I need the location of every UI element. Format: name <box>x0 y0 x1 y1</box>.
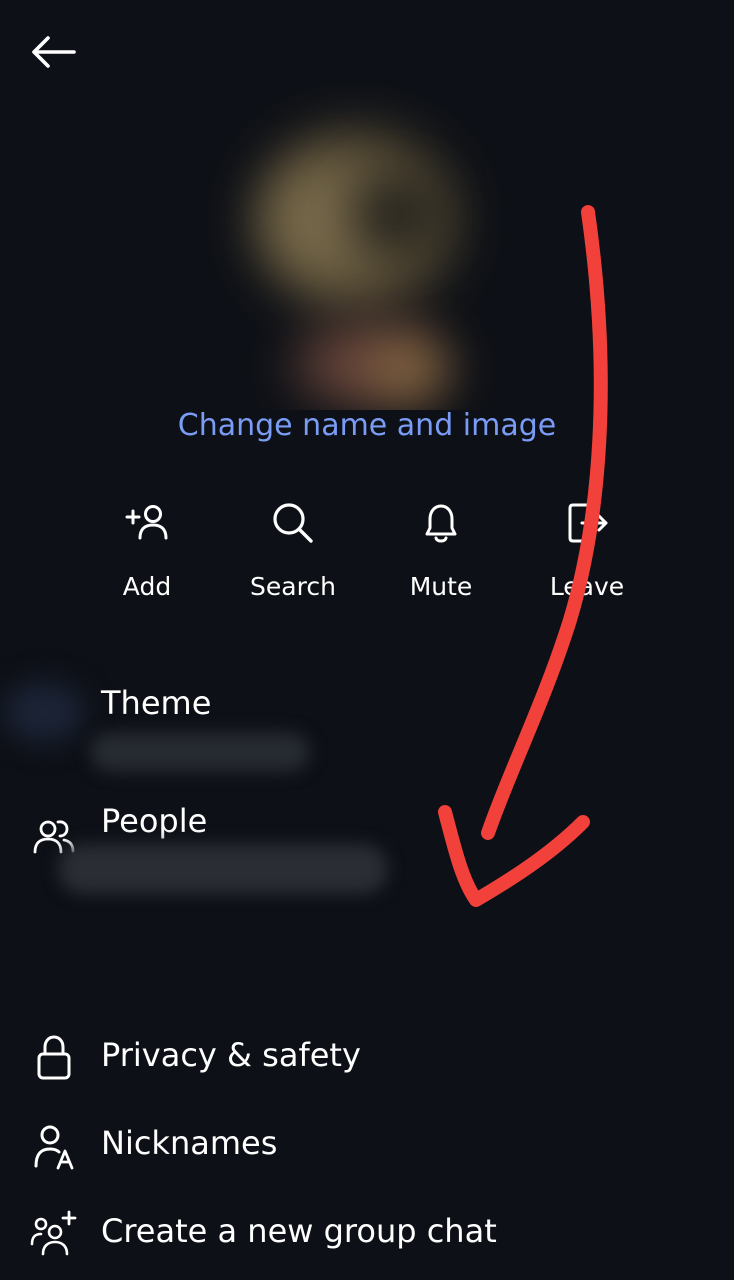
people-list-redacted <box>58 844 388 894</box>
search-label: Search <box>250 572 336 601</box>
theme-value-redacted <box>90 732 310 772</box>
privacy-and-safety-row[interactable]: Privacy & safety <box>0 1028 734 1092</box>
action-bar: Add Search Mute Leave <box>0 498 734 618</box>
change-name-and-image-link[interactable]: Change name and image <box>0 408 734 443</box>
add-group-icon <box>28 1208 80 1260</box>
group-settings-screen: Change name and image Add Search Mute Le… <box>0 0 734 1280</box>
create-group-chat-row[interactable]: Create a new group chat <box>0 1204 734 1268</box>
search-button[interactable]: Search <box>218 498 368 616</box>
add-button[interactable]: Add <box>72 498 222 616</box>
privacy-and-safety-label: Privacy & safety <box>101 1036 361 1074</box>
people-row[interactable]: People <box>0 790 734 910</box>
lock-icon <box>28 1032 80 1084</box>
arrow-left-icon <box>30 35 76 73</box>
create-group-chat-label: Create a new group chat <box>101 1212 497 1250</box>
back-button[interactable] <box>22 28 84 80</box>
nicknames-row[interactable]: Nicknames <box>0 1116 734 1180</box>
mute-label: Mute <box>409 572 473 601</box>
mute-button[interactable]: Mute <box>366 498 516 616</box>
group-image[interactable] <box>160 80 540 410</box>
leave-icon <box>562 498 612 548</box>
search-icon <box>268 498 318 548</box>
people-label: People <box>101 802 208 840</box>
theme-label: Theme <box>101 684 212 722</box>
nicknames-label: Nicknames <box>101 1124 278 1162</box>
add-person-icon <box>122 498 172 548</box>
theme-row[interactable]: Theme <box>0 660 734 772</box>
leave-button[interactable]: Leave <box>512 498 662 616</box>
add-label: Add <box>122 572 172 601</box>
bell-icon <box>416 498 466 548</box>
theme-preview-swatch <box>4 682 84 742</box>
leave-label: Leave <box>549 572 625 601</box>
nickname-icon <box>28 1120 80 1172</box>
